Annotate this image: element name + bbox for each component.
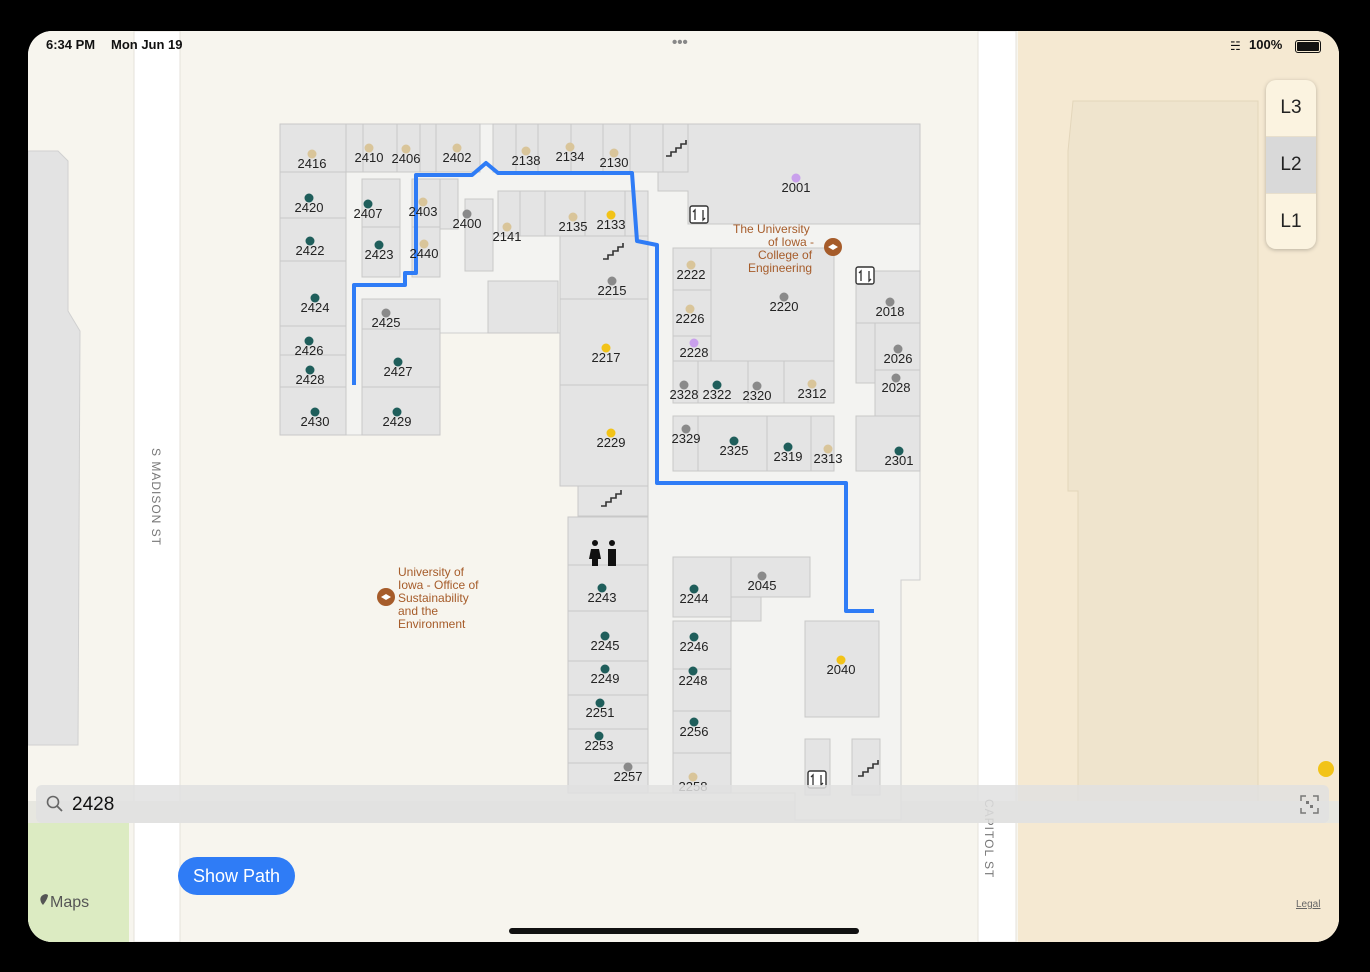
room-label: 2138 bbox=[512, 153, 541, 168]
level-picker: L3 L2 L1 bbox=[1266, 80, 1316, 249]
room-label: 2402 bbox=[443, 150, 472, 165]
sustainability-label-3: Sustainability bbox=[398, 591, 469, 605]
room-label: 2427 bbox=[384, 364, 413, 379]
status-date: Mon Jun 19 bbox=[111, 37, 183, 52]
room-label: 2422 bbox=[296, 243, 325, 258]
battery-percent: 100% bbox=[1249, 37, 1283, 52]
madison-street-label: S MADISON ST bbox=[149, 448, 163, 546]
room-label: 2226 bbox=[676, 311, 705, 326]
room-label: 2251 bbox=[586, 705, 615, 720]
room-label: 2416 bbox=[298, 156, 327, 171]
room-label: 2425 bbox=[372, 315, 401, 330]
search-bar bbox=[36, 785, 1329, 823]
room-label: 2320 bbox=[743, 388, 772, 403]
room-label: 2440 bbox=[410, 246, 439, 261]
room-label: 2403 bbox=[409, 204, 438, 219]
ipad-screen: S MADISON ST CAPITOL ST The University o… bbox=[28, 31, 1339, 942]
room-label: 2313 bbox=[814, 451, 843, 466]
battery-icon bbox=[1295, 40, 1321, 53]
room-label: 2018 bbox=[876, 304, 905, 319]
room-label: 2328 bbox=[670, 387, 699, 402]
east-building bbox=[1067, 100, 1259, 822]
room-label: 2134 bbox=[556, 149, 585, 164]
level-button-l3[interactable]: L3 bbox=[1266, 80, 1316, 137]
room-label: 2135 bbox=[559, 219, 588, 234]
room-label: 2253 bbox=[585, 738, 614, 753]
room-label: 2400 bbox=[453, 216, 482, 231]
room-label: 2244 bbox=[680, 591, 709, 606]
level-button-l1[interactable]: L1 bbox=[1266, 194, 1316, 249]
room-label: 2248 bbox=[679, 673, 708, 688]
room-label: 2319 bbox=[774, 449, 803, 464]
room-label: 2040 bbox=[827, 662, 856, 677]
room-label: 2133 bbox=[597, 217, 626, 232]
room-label: 2423 bbox=[365, 247, 394, 262]
room-label: 2301 bbox=[885, 453, 914, 468]
home-indicator bbox=[509, 928, 859, 934]
room-label: 2220 bbox=[770, 299, 799, 314]
search-input[interactable] bbox=[70, 791, 674, 819]
room-label: 2424 bbox=[301, 300, 330, 315]
room-label: 2325 bbox=[720, 443, 749, 458]
room-label: 2045 bbox=[748, 578, 777, 593]
engineering-label-1: The University bbox=[733, 222, 810, 236]
room-label: 2229 bbox=[597, 435, 626, 450]
room-label: 2249 bbox=[591, 671, 620, 686]
room-label: 2312 bbox=[798, 386, 827, 401]
room-label: 2420 bbox=[295, 200, 324, 215]
legal-link[interactable]: Legal bbox=[1296, 899, 1320, 910]
engineering-label-2: of Iowa - bbox=[768, 235, 814, 249]
search-icon bbox=[46, 795, 63, 812]
maps-brand: Maps bbox=[50, 894, 89, 911]
room-label: 2215 bbox=[598, 283, 627, 298]
sustainability-label-4: and the bbox=[398, 604, 438, 618]
show-path-button[interactable]: Show Path bbox=[178, 857, 295, 895]
work-location-icon bbox=[1318, 761, 1334, 777]
room-label: 2406 bbox=[392, 151, 421, 166]
room-label: 2026 bbox=[884, 351, 913, 366]
status-time: 6:34 PM bbox=[46, 37, 96, 52]
level-button-l2[interactable]: L2 bbox=[1266, 137, 1316, 194]
room-label: 2222 bbox=[677, 267, 706, 282]
sustainability-label-1: University of bbox=[398, 565, 465, 579]
sustainability-label-2: Iowa - Office of bbox=[398, 578, 479, 592]
room-label: 2228 bbox=[680, 345, 709, 360]
room-label: 2329 bbox=[672, 431, 701, 446]
room-label: 2322 bbox=[703, 387, 732, 402]
room-label: 2141 bbox=[493, 229, 522, 244]
qr-scan-icon[interactable] bbox=[1300, 795, 1319, 814]
room-label: 2410 bbox=[355, 150, 384, 165]
sustainability-label-5: Environment bbox=[398, 617, 466, 631]
room-label: 2428 bbox=[296, 372, 325, 387]
room-label: 2001 bbox=[782, 180, 811, 195]
room-label: 2243 bbox=[588, 590, 617, 605]
wifi-icon: ☵ bbox=[1230, 39, 1241, 53]
room-label: 2429 bbox=[383, 414, 412, 429]
room-label: 2256 bbox=[680, 724, 709, 739]
park bbox=[28, 816, 129, 942]
engineering-label-3: College of bbox=[758, 248, 813, 262]
room-label: 2130 bbox=[600, 155, 629, 170]
room-label: 2430 bbox=[301, 414, 330, 429]
multitask-dots[interactable]: ••• bbox=[672, 34, 688, 51]
room-label: 2245 bbox=[591, 638, 620, 653]
room-label: 2217 bbox=[592, 350, 621, 365]
room-label: 2028 bbox=[882, 380, 911, 395]
room-label: 2257 bbox=[614, 769, 643, 784]
room-label: 2246 bbox=[680, 639, 709, 654]
engineering-label-4: Engineering bbox=[748, 261, 812, 275]
room-label: 2426 bbox=[295, 343, 324, 358]
room-label: 2407 bbox=[354, 206, 383, 221]
